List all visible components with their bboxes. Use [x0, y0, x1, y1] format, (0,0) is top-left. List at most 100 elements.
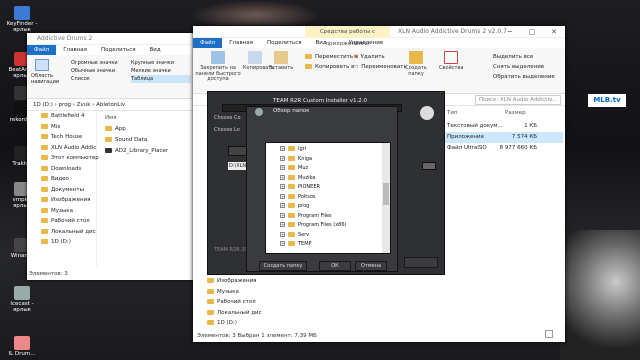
folder-tree-item[interactable]: + PIONEER [266, 183, 390, 193]
desktop-icon[interactable]: IL Drum... [3, 336, 41, 357]
expand-icon[interactable]: + [280, 193, 285, 199]
new-folder-icon [409, 51, 423, 64]
layout-large[interactable]: Крупные значки [131, 59, 191, 67]
tab-share[interactable]: Поделиться [260, 38, 309, 48]
minimize-icon[interactable]: ─ [499, 26, 521, 38]
desktop-icon[interactable]: Icecast - ярлык [3, 286, 41, 313]
nav-item[interactable]: Battlefield 4 [27, 111, 96, 122]
cancel-button[interactable]: Отмена [355, 261, 387, 271]
nav-item[interactable]: Документы [27, 185, 96, 196]
folder-tree-item[interactable]: + Muz [266, 164, 390, 174]
nav-item[interactable]: 1D (D:) [27, 237, 96, 248]
rename-button[interactable]: ▭ Переименовать [353, 62, 407, 72]
folder-tree-item[interactable]: + Igri [266, 145, 390, 155]
expand-icon[interactable]: + [280, 203, 285, 208]
desktop-icon[interactable]: KeyFinder - ярлык [3, 6, 41, 33]
expand-icon[interactable]: + [280, 174, 285, 180]
select-all-button[interactable]: Выделить все [493, 52, 555, 62]
ok-button[interactable]: ОК [319, 261, 351, 271]
copy-icon [248, 51, 262, 64]
expand-icon[interactable]: + [280, 155, 285, 161]
new-folder-button[interactable]: Создать папку [259, 261, 307, 271]
expand-icon[interactable]: + [280, 231, 285, 237]
folder-tree-item[interactable]: + prog [266, 202, 390, 212]
layout-group-2: Крупные значки Мелкие значки Таблица [131, 59, 191, 83]
nav-item[interactable]: Музыка [193, 287, 263, 298]
nav-item[interactable]: Рабочий стол [193, 297, 263, 308]
nav-item[interactable]: Музыка [27, 206, 96, 217]
properties-button[interactable]: Свойства [439, 51, 463, 72]
expand-icon[interactable]: + [280, 222, 285, 227]
folder-icon [41, 176, 48, 181]
cell-type: Текстовый докум... [447, 123, 503, 129]
scrollbar-thumb[interactable] [383, 183, 389, 205]
maximize-icon[interactable]: □ [521, 26, 543, 38]
gear-icon[interactable] [420, 106, 434, 120]
nav-item[interactable]: Изображения [193, 276, 263, 287]
delete-button[interactable]: ✕ Удалить [353, 52, 407, 62]
pin-button[interactable]: Закрепить на панели быстрого доступа [195, 51, 241, 83]
paste-button[interactable]: Вставить [269, 51, 293, 72]
select-none-button[interactable]: Снять выделение [493, 62, 555, 72]
new-folder-button[interactable]: Создать папку [403, 51, 429, 77]
folder-icon [41, 134, 48, 139]
installer-cancel-button[interactable] [404, 257, 438, 268]
tab-file[interactable]: Файл [27, 45, 57, 55]
folder-tree-item[interactable]: + Kniga [266, 155, 390, 165]
move-to-button[interactable]: Переместить в [305, 52, 358, 62]
tab-home[interactable]: Главная [56, 45, 94, 55]
nav-item[interactable]: Downloads [27, 164, 96, 175]
column-size[interactable]: Размер [505, 110, 526, 116]
table-row[interactable]: Приложение 7 574 КБ [443, 132, 563, 143]
folder-icon [288, 155, 295, 161]
folder-icon [41, 123, 48, 129]
tab-file[interactable]: Файл [193, 38, 223, 48]
folder-tree-item[interactable]: + Program Files [266, 212, 390, 222]
status-bar: Элементов: 3 Выбран 1 элемент: 7,39 МБ [197, 331, 557, 341]
browse-button[interactable] [422, 162, 436, 170]
copy-button[interactable]: Копировать [243, 51, 274, 72]
copy-to-button[interactable]: Копировать в [305, 62, 358, 72]
nav-pane-button[interactable]: Область навигации [31, 59, 59, 85]
expand-icon[interactable]: + [280, 146, 285, 151]
expand-icon[interactable]: + [280, 241, 285, 246]
installer-title: TEAM R2R Custom Installer v1.2.0 [273, 98, 367, 104]
nav-item[interactable]: Локальный дис [27, 227, 96, 238]
nav-item[interactable]: Этот компьютер [27, 153, 99, 164]
close-icon[interactable]: ✕ [543, 26, 565, 38]
nav-item[interactable]: Изображения [27, 195, 96, 206]
tab-share[interactable]: Поделиться [94, 45, 143, 55]
tab-view[interactable]: Вид [143, 45, 168, 55]
tree-scrollbar[interactable] [382, 143, 390, 253]
desktop-app-icon [14, 6, 30, 20]
nav-item[interactable]: Mix [27, 122, 96, 133]
column-type[interactable]: Тип [447, 110, 458, 116]
expand-icon[interactable]: + [280, 184, 285, 189]
organize-group: Переместить в Копировать в [305, 52, 358, 72]
nav-item[interactable]: Tech House [27, 132, 96, 143]
installer-footer: TEAM R2R 20 [214, 247, 248, 253]
folder-tree-item[interactable]: + TEMP [266, 240, 390, 250]
installer-check[interactable] [228, 146, 248, 156]
nav-item[interactable]: 1D (D:) [193, 318, 263, 329]
nav-item[interactable]: XLN Audio Addic [27, 143, 96, 154]
layout-small[interactable]: Мелкие значки [131, 67, 191, 75]
nav-item[interactable]: Локальный дис [193, 308, 263, 319]
invert-selection-button[interactable]: Обратить выделение [493, 72, 555, 82]
window-title: XLN Audio Addictive Drums 2 v2.0.7 [398, 28, 507, 35]
folder-tree-item[interactable]: + Poltsos [266, 193, 390, 203]
nav-item[interactable]: Рабочий стол [27, 216, 96, 227]
folder-tree-item[interactable]: + Serv [266, 231, 390, 241]
expand-icon[interactable]: + [280, 212, 285, 218]
table-row[interactable]: Текстовый докум... 1 КБ [443, 121, 563, 132]
folder-tree-item[interactable]: + Muzika [266, 174, 390, 184]
expand-icon[interactable]: + [280, 165, 285, 170]
tab-home[interactable]: Главная [222, 38, 260, 48]
nav-item[interactable]: Видео [27, 174, 96, 185]
table-row[interactable]: Файл UltraISO 8 977 660 КБ [443, 143, 563, 154]
path-input[interactable]: D:\XLN\ [228, 162, 248, 170]
details-view-icon[interactable] [545, 330, 553, 338]
folder-tree-item[interactable]: + Program Files (x86) [266, 221, 390, 231]
search-input[interactable]: Поиск: XLN Audio Addictiv... [475, 95, 561, 105]
layout-details[interactable]: Таблица [131, 75, 191, 83]
